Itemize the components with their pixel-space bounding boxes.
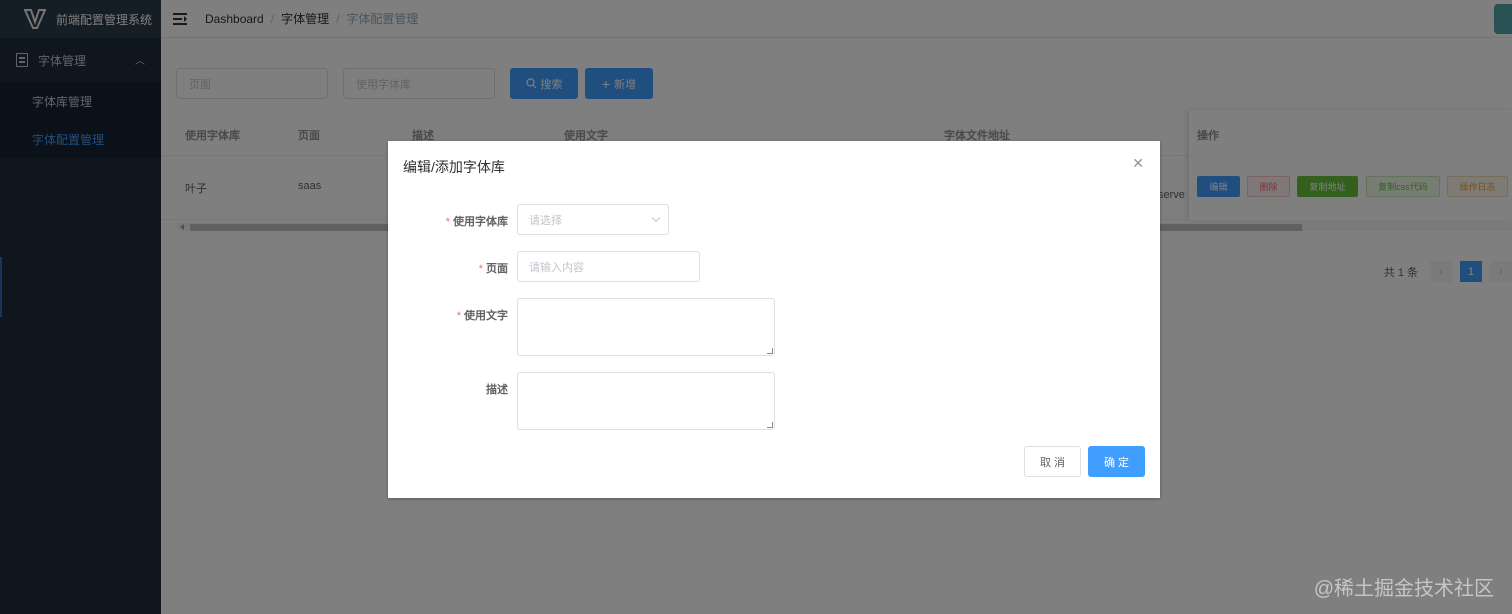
cancel-button[interactable]: 取 消 [1024, 446, 1081, 477]
page-input[interactable]: 请输入内容 [517, 251, 700, 282]
required-marker: * [478, 263, 483, 275]
description-label: 描述 [388, 381, 508, 397]
text-label: * 使用文字 [388, 307, 508, 323]
description-label-text: 描述 [486, 384, 508, 396]
text-label-text: 使用文字 [464, 310, 508, 322]
close-icon[interactable]: ✕ [1132, 155, 1144, 172]
edit-font-dialog: 编辑/添加字体库 ✕ * 使用字体库 请选择 * 页面 请输入内容 * 使用文字 描述… [388, 141, 1160, 498]
page-label-text: 页面 [486, 263, 508, 275]
dialog-title: 编辑/添加字体库 [403, 159, 505, 175]
font-lib-select-placeholder: 请选择 [529, 214, 562, 227]
required-marker: * [456, 310, 461, 322]
page-label: * 页面 [388, 260, 508, 276]
resize-handle[interactable] [767, 348, 773, 354]
watermark: @稀土掘金技术社区 [1313, 578, 1494, 600]
font-lib-label-text: 使用字体库 [453, 216, 508, 228]
resize-handle[interactable] [767, 422, 773, 428]
confirm-button[interactable]: 确 定 [1088, 446, 1145, 477]
font-lib-select[interactable]: 请选择 [517, 204, 669, 235]
description-textarea[interactable] [517, 372, 775, 430]
font-lib-label: * 使用字体库 [388, 213, 508, 229]
required-marker: * [445, 216, 450, 228]
chevron-down-icon [651, 213, 661, 223]
page-input-placeholder: 请输入内容 [529, 261, 584, 274]
text-textarea[interactable] [517, 298, 775, 356]
